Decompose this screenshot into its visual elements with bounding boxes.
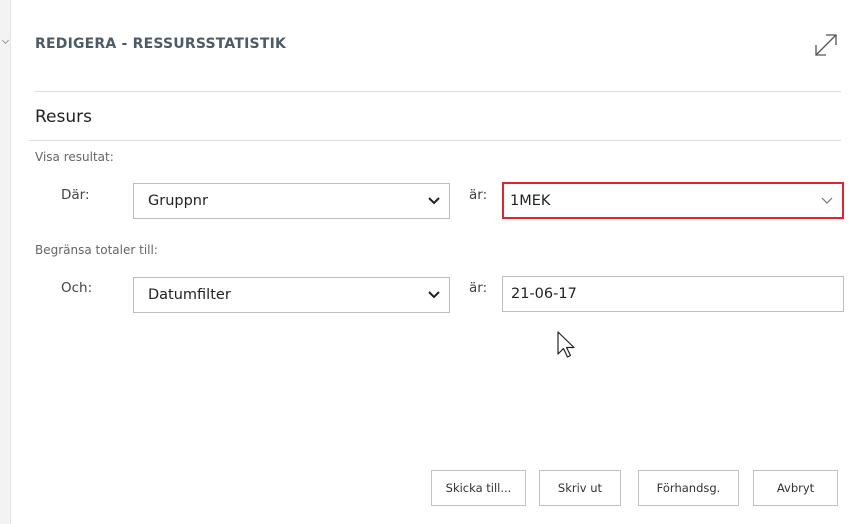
preview-button[interactable]: Förhandsg. bbox=[638, 470, 739, 506]
date-filter-input[interactable]: 21-06-17 bbox=[502, 276, 844, 312]
where-field-value: Gruppnr bbox=[148, 193, 208, 209]
print-button[interactable]: Skriv ut bbox=[539, 470, 621, 506]
where-filter-value: 1MEK bbox=[510, 192, 551, 209]
dialog-title: REDIGERA - RESSURSSTATISTIK bbox=[35, 36, 287, 52]
chevron-down-icon bbox=[428, 197, 440, 205]
where-field-select[interactable]: Gruppnr bbox=[133, 183, 450, 219]
edit-dialog: REDIGERA - RESSURSSTATISTIK Resurs Visa … bbox=[11, 0, 859, 524]
collapse-chevron-icon bbox=[1, 36, 10, 45]
cancel-button[interactable]: Avbryt bbox=[753, 470, 838, 506]
and-field-value: Datumfilter bbox=[148, 287, 231, 303]
section-title: Resurs bbox=[35, 107, 92, 127]
title-divider bbox=[35, 91, 841, 92]
limit-totals-label: Begränsa totaler till: bbox=[35, 243, 158, 257]
mouse-pointer-icon bbox=[557, 331, 575, 358]
show-results-label: Visa resultat: bbox=[35, 150, 114, 164]
chevron-down-icon bbox=[428, 291, 440, 299]
and-label: Och: bbox=[61, 280, 93, 296]
is-label: är: bbox=[469, 280, 488, 296]
expand-icon[interactable] bbox=[811, 30, 841, 60]
where-filter-select[interactable]: 1MEK bbox=[502, 182, 844, 219]
page-left-strip bbox=[0, 0, 11, 524]
and-field-select[interactable]: Datumfilter bbox=[133, 277, 450, 313]
send-to-button[interactable]: Skicka till... bbox=[431, 470, 526, 506]
date-filter-value: 21-06-17 bbox=[511, 286, 577, 302]
section-divider bbox=[29, 140, 841, 141]
chevron-down-icon bbox=[821, 197, 833, 204]
is-label: är: bbox=[469, 187, 488, 203]
where-label: Där: bbox=[61, 187, 90, 203]
